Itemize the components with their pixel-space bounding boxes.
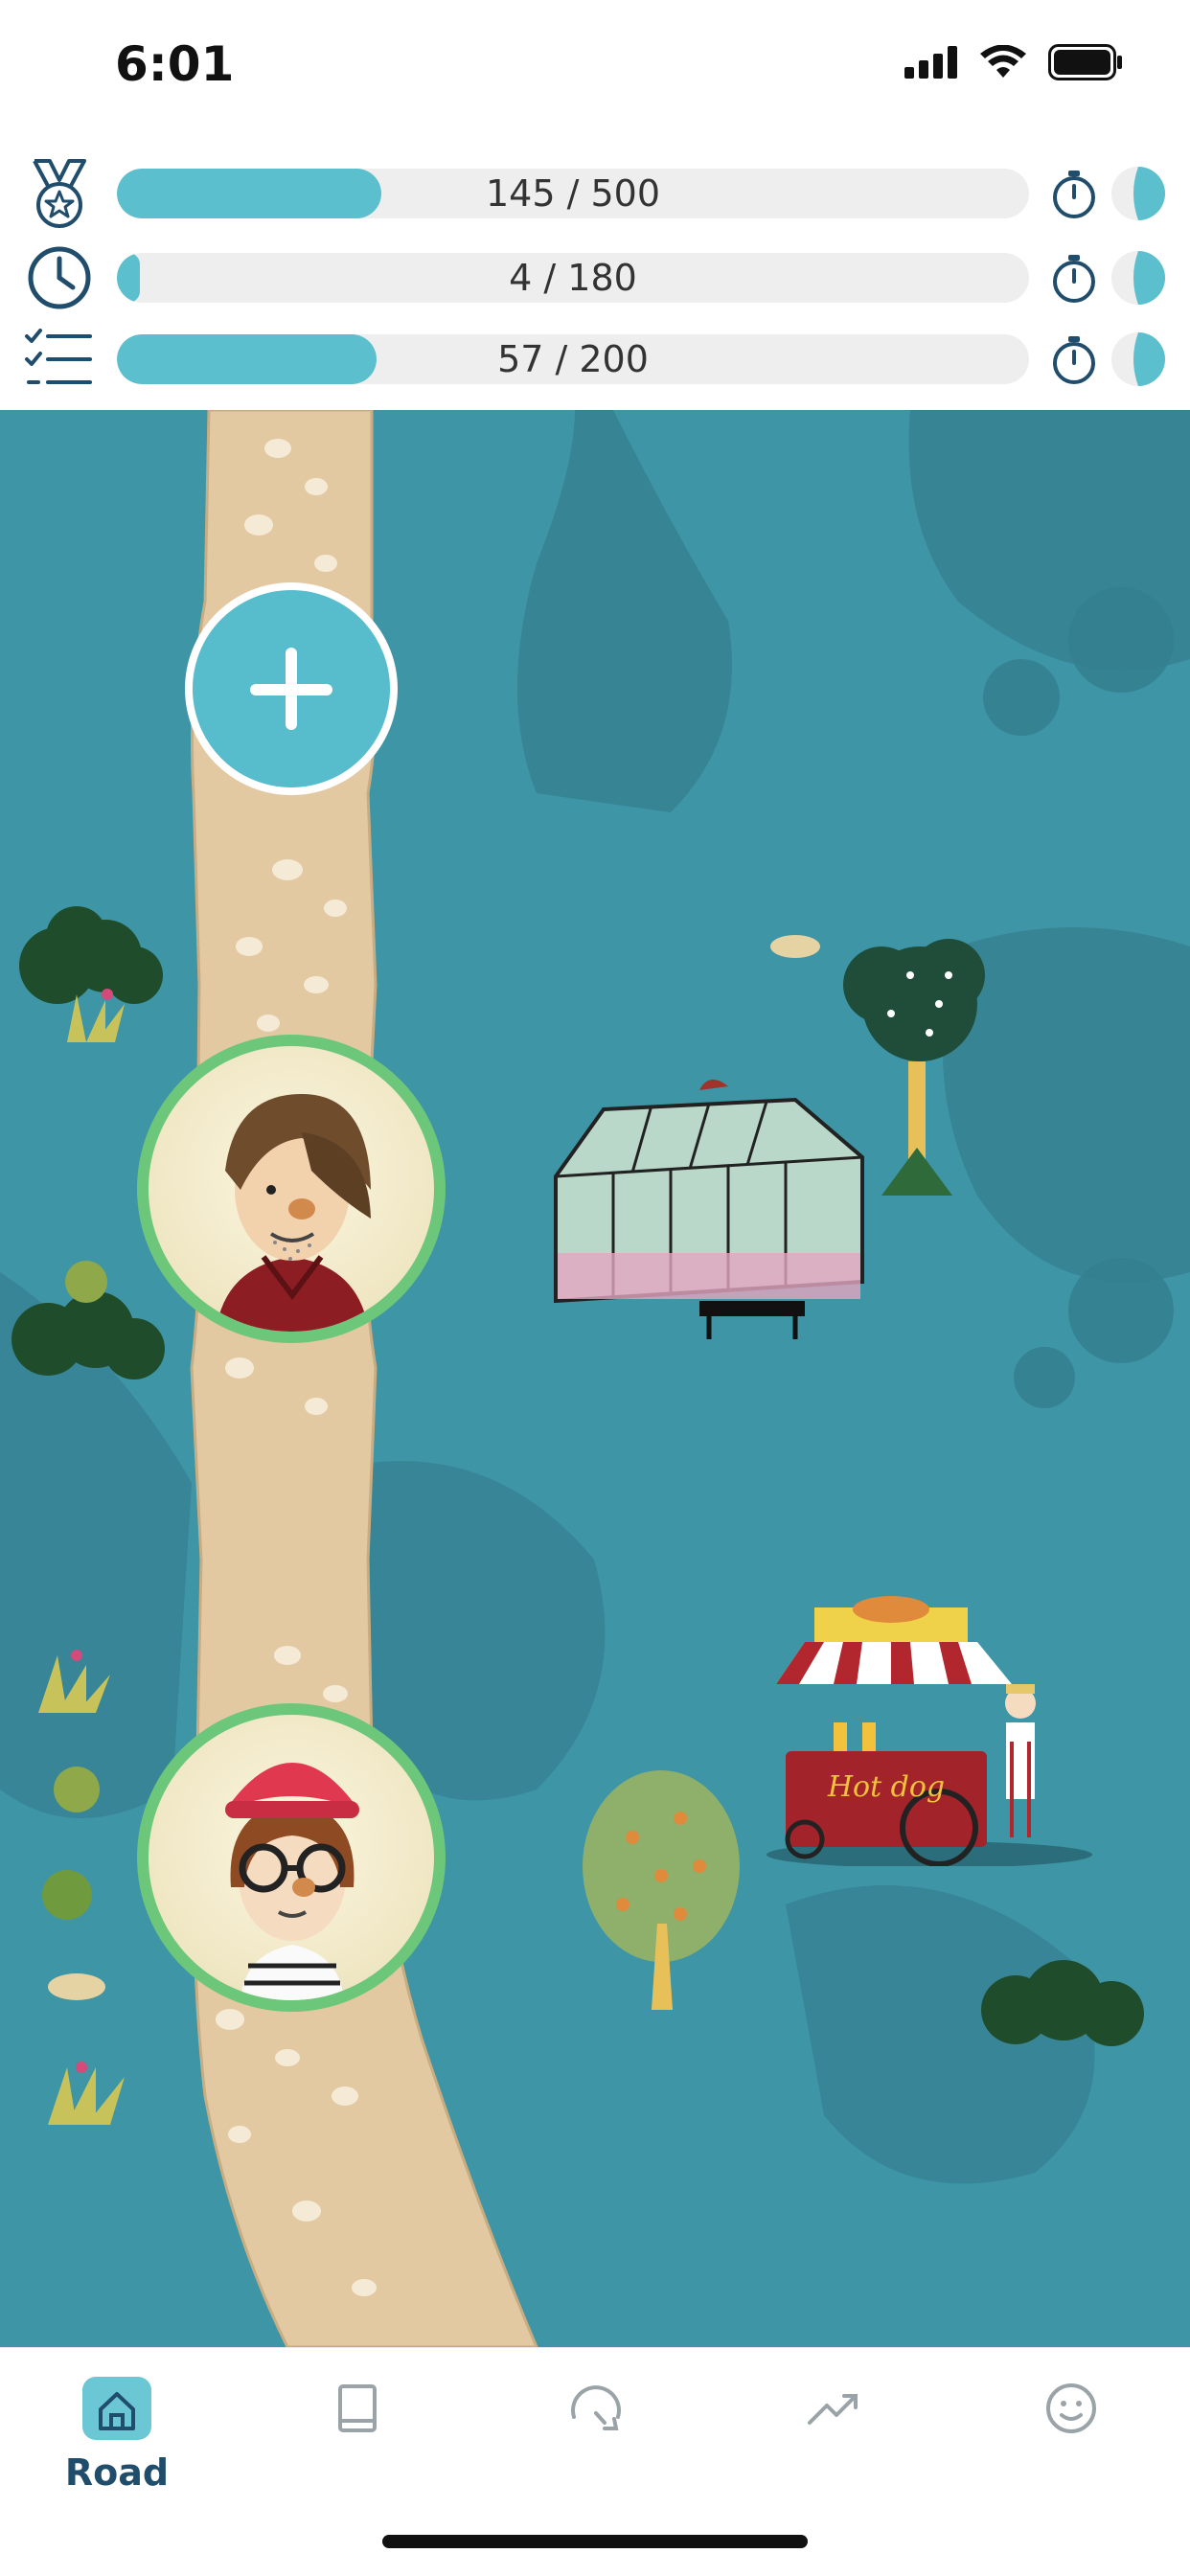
checklist-icon — [25, 329, 92, 384]
girl-portrait — [225, 1763, 359, 2000]
man-portrait — [216, 1094, 371, 1332]
progress-row-points: 145 / 500 — [0, 155, 1190, 232]
status-bar: 6:01 — [0, 0, 1190, 134]
bush-decoration — [981, 1960, 1144, 2046]
battery-icon — [1048, 44, 1122, 80]
pie-progress-icon[interactable] — [1110, 331, 1167, 388]
progress-bar-points: 145 / 500 — [117, 169, 1029, 218]
pie-progress-icon[interactable] — [1110, 249, 1167, 307]
tab-road-label: Road — [64, 2451, 170, 2494]
progress-text-tasks: 57 / 200 — [497, 338, 649, 380]
avatar-man[interactable] — [137, 1035, 446, 1343]
cart-illustration — [767, 1596, 1092, 1866]
tab-stats[interactable] — [767, 2365, 901, 2509]
plant-decoration — [38, 1650, 110, 1920]
progress-row-time: 4 / 180 — [0, 239, 1190, 316]
cellular-signal-icon — [904, 46, 957, 79]
tab-road[interactable]: Road — [50, 2365, 184, 2509]
stopwatch-icon[interactable] — [1047, 251, 1101, 305]
medal-icon — [33, 159, 86, 228]
progress-bar-tasks: 57 / 200 — [117, 334, 1029, 384]
greenhouse-decoration — [554, 1079, 864, 1339]
tab-speed[interactable] — [529, 2365, 663, 2509]
home-indicator[interactable] — [382, 2535, 808, 2548]
clock-icon — [28, 246, 91, 309]
add-button[interactable] — [185, 582, 398, 795]
cart-sign: Hot dog — [827, 1770, 946, 1804]
bush-decoration — [11, 1261, 165, 1379]
stopwatch-icon[interactable] — [1047, 167, 1101, 220]
progress-row-tasks: 57 / 200 — [0, 321, 1190, 398]
avatar-girl[interactable] — [137, 1703, 446, 2012]
progress-bar-time: 4 / 180 — [117, 253, 1029, 303]
book-icon — [338, 2384, 377, 2432]
progress-text-points: 145 / 500 — [485, 172, 661, 215]
smiley-icon — [1046, 2383, 1096, 2433]
hot-dog-cart: Hot dog — [757, 1588, 1102, 1866]
fruit-tree-decoration — [583, 1770, 740, 2010]
trend-icon — [808, 2394, 858, 2425]
wifi-icon — [980, 45, 1026, 78]
bush-decoration — [19, 906, 163, 1042]
pie-progress-icon[interactable] — [1110, 165, 1167, 222]
status-time: 6:01 — [115, 36, 235, 92]
tab-profile[interactable] — [1004, 2365, 1138, 2509]
plant-decoration — [48, 1973, 125, 2125]
status-icons — [904, 44, 1123, 80]
road-map[interactable]: Hot dog — [0, 410, 1190, 2347]
progress-text-time: 4 / 180 — [509, 257, 637, 299]
progress-panel: 145 / 500 4 / 180 57 / 200 — [0, 144, 1190, 407]
home-icon — [99, 2392, 135, 2430]
speedometer-icon — [571, 2385, 621, 2430]
stopwatch-icon[interactable] — [1047, 332, 1101, 386]
tab-journal[interactable] — [289, 2365, 423, 2509]
